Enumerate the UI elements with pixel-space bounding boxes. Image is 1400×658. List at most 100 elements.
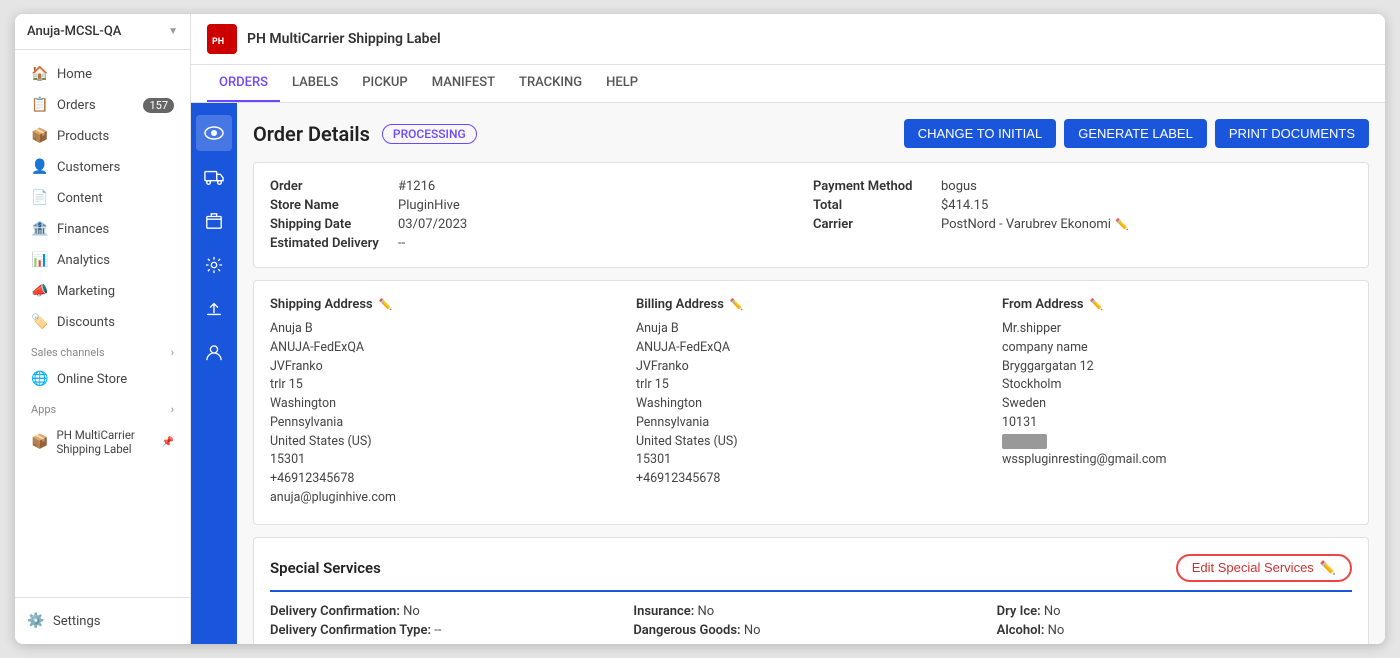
insurance-row: Insurance: No	[633, 604, 988, 619]
subnav-orders[interactable]: ORDERS	[207, 65, 280, 102]
shipping-date-value: 03/07/2023	[398, 217, 467, 232]
insurance-col: Insurance: No Dangerous Goods: No	[633, 604, 988, 638]
blue-sidebar-person-icon[interactable]	[196, 335, 232, 371]
sidebar-item-orders-label: Orders	[57, 98, 96, 113]
change-to-initial-button[interactable]: CHANGE TO INITIAL	[904, 119, 1057, 148]
online-store-icon: 🌐	[31, 371, 49, 387]
order-details-header: Order Details PROCESSING CHANGE TO INITI…	[253, 119, 1369, 148]
blue-sidebar-gear-icon[interactable]	[196, 247, 232, 283]
plugin-subnav: ORDERS LABELS PICKUP MANIFEST TRACKING H…	[191, 65, 1385, 103]
content-icon: 📄	[31, 190, 49, 206]
delivery-confirmation-col: Delivery Confirmation: No Delivery Confi…	[270, 604, 625, 638]
sales-channels-chevron: ›	[171, 346, 174, 359]
estimated-delivery-label: Estimated Delivery	[270, 236, 390, 251]
apps-section: Apps ›	[15, 395, 190, 420]
left-sidebar: Anuja-MCSL-QA ▼ 🏠 Home 📋 Orders 157 📦 Pr…	[15, 14, 191, 644]
from-address-details: Mr.shipper company name Bryggargatan 12 …	[1002, 320, 1352, 470]
sales-channels-title: Sales channels	[31, 346, 105, 359]
services-divider	[270, 590, 1352, 592]
carrier-row: Carrier PostNord - Varubrev Ekonomi ✏️	[813, 217, 1352, 232]
apps-title: Apps	[31, 403, 56, 416]
edit-special-services-button[interactable]: Edit Special Services ✏️	[1176, 554, 1352, 582]
estimated-delivery-value: --	[398, 236, 405, 251]
sidebar-footer: ⚙️ Settings	[15, 597, 190, 644]
store-selector[interactable]: Anuja-MCSL-QA ▼	[15, 14, 190, 50]
discounts-icon: 🏷️	[31, 314, 49, 330]
subnav-pickup[interactable]: PICKUP	[350, 65, 419, 102]
sidebar-item-products[interactable]: 📦 Products	[19, 121, 186, 151]
services-grid: Delivery Confirmation: No Delivery Confi…	[270, 604, 1352, 638]
edit-special-services-icon: ✏️	[1320, 560, 1336, 576]
sidebar-item-products-label: Products	[57, 129, 109, 144]
dangerous-goods-row: Dangerous Goods: No	[633, 623, 988, 638]
order-info-right: Payment Method bogus Total $414.15 Carri…	[813, 179, 1352, 251]
generate-label-button[interactable]: GENERATE LABEL	[1064, 119, 1207, 148]
main-area: PH PH MultiCarrier Shipping Label ORDERS…	[191, 14, 1385, 644]
shipping-address-edit-icon[interactable]: ✏️	[379, 298, 393, 311]
sidebar-item-online-store[interactable]: 🌐 Online Store	[19, 364, 186, 394]
orders-icon: 📋	[31, 97, 49, 113]
address-card: Shipping Address ✏️ Anuja B ANUJA-FedExQ…	[253, 280, 1369, 525]
total-row: Total $414.15	[813, 198, 1352, 213]
from-address-block: From Address ✏️ Mr.shipper company name …	[1002, 297, 1352, 508]
sidebar-item-customers-label: Customers	[57, 160, 120, 175]
total-value: $414.15	[941, 198, 988, 213]
home-icon: 🏠	[31, 66, 49, 82]
payment-method-row: Payment Method bogus	[813, 179, 1352, 194]
special-services-card: Special Services Edit Special Services ✏…	[253, 537, 1369, 645]
carrier-label: Carrier	[813, 217, 933, 232]
sidebar-item-content[interactable]: 📄 Content	[19, 183, 186, 213]
status-badge: PROCESSING	[382, 124, 477, 144]
print-documents-button[interactable]: PRINT DOCUMENTS	[1215, 119, 1369, 148]
sidebar-item-orders[interactable]: 📋 Orders 157	[19, 90, 186, 120]
blue-sidebar-eye-icon[interactable]	[196, 115, 232, 151]
blue-sidebar-truck-icon[interactable]	[196, 159, 232, 195]
apps-chevron: ›	[171, 403, 174, 416]
finances-icon: 🏦	[31, 221, 49, 237]
subnav-labels[interactable]: LABELS	[280, 65, 350, 102]
content-wrapper: Order Details PROCESSING CHANGE TO INITI…	[191, 103, 1385, 644]
blue-sidebar-upload-icon[interactable]	[196, 291, 232, 327]
subnav-manifest[interactable]: MANIFEST	[420, 65, 507, 102]
from-address-edit-icon[interactable]: ✏️	[1090, 298, 1104, 311]
subnav-help[interactable]: HELP	[594, 65, 650, 102]
sidebar-item-analytics[interactable]: 📊 Analytics	[19, 245, 186, 275]
store-name-row: Store Name PluginHive	[270, 198, 809, 213]
payment-method-value: bogus	[941, 179, 977, 194]
special-services-header: Special Services Edit Special Services ✏…	[270, 554, 1352, 582]
order-details-title: Order Details	[253, 122, 370, 146]
from-address-phone-blurred: ••• •••••••	[1002, 434, 1047, 449]
billing-address-edit-icon[interactable]: ✏️	[730, 298, 744, 311]
sidebar-item-finances[interactable]: 🏦 Finances	[19, 214, 186, 244]
store-name-label: Store Name	[270, 198, 390, 213]
sidebar-item-marketing[interactable]: 📣 Marketing	[19, 276, 186, 306]
sidebar-item-customers[interactable]: 👤 Customers	[19, 152, 186, 182]
sidebar-item-finances-label: Finances	[57, 222, 109, 237]
header-buttons: CHANGE TO INITIAL GENERATE LABEL PRINT D…	[904, 119, 1369, 148]
plugin-header: PH PH MultiCarrier Shipping Label	[191, 14, 1385, 65]
sidebar-item-ph-multicarrier[interactable]: 📦 PH MultiCarrier Shipping Label 📌	[19, 421, 186, 463]
sidebar-item-settings[interactable]: ⚙️ Settings	[27, 606, 178, 636]
settings-icon: ⚙️	[27, 613, 45, 629]
sidebar-item-discounts-label: Discounts	[57, 315, 115, 330]
sidebar-item-discounts[interactable]: 🏷️ Discounts	[19, 307, 186, 337]
dry-ice-row: Dry Ice: No	[997, 604, 1352, 619]
store-name: Anuja-MCSL-QA	[27, 24, 121, 39]
order-number-label: Order	[270, 179, 390, 194]
estimated-delivery-row: Estimated Delivery --	[270, 236, 809, 251]
sidebar-item-content-label: Content	[57, 191, 103, 206]
blue-sidebar-box-icon[interactable]	[196, 203, 232, 239]
ph-multicarrier-icon: 📦	[31, 434, 48, 450]
sidebar-item-home[interactable]: 🏠 Home	[19, 59, 186, 89]
sidebar-item-ph-multicarrier-label: PH MultiCarrier Shipping Label	[56, 428, 157, 456]
carrier-edit-icon[interactable]: ✏️	[1115, 218, 1129, 231]
subnav-tracking[interactable]: TRACKING	[507, 65, 594, 102]
sales-channels-section: Sales channels ›	[15, 338, 190, 363]
carrier-value: PostNord - Varubrev Ekonomi ✏️	[941, 217, 1129, 232]
order-number-value: #1216	[398, 179, 435, 194]
total-label: Total	[813, 198, 933, 213]
customers-icon: 👤	[31, 159, 49, 175]
payment-method-label: Payment Method	[813, 179, 933, 194]
shipping-address-details: Anuja B ANUJA-FedExQA JVFranko trlr 15 W…	[270, 320, 620, 508]
sidebar-item-marketing-label: Marketing	[57, 284, 115, 299]
